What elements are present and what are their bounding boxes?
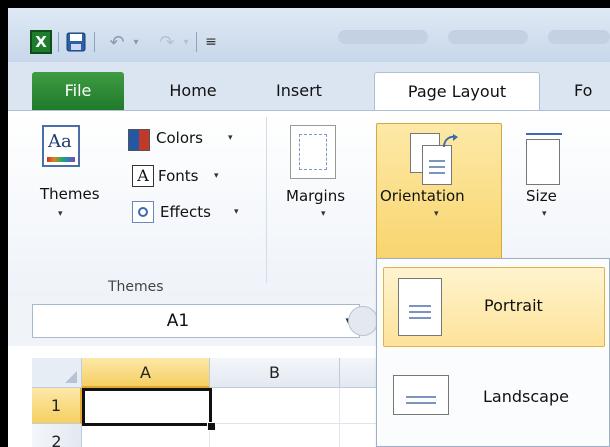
name-box-value: A1 — [33, 311, 323, 331]
chevron-down-icon[interactable]: ▾ — [58, 209, 63, 219]
window-title-blur — [448, 30, 528, 44]
menu-item-portrait[interactable]: Portrait — [383, 267, 605, 347]
chevron-down-icon[interactable]: ▾ — [228, 133, 233, 143]
size-page — [526, 139, 560, 185]
page-front — [422, 145, 452, 185]
column-header-c[interactable] — [340, 358, 380, 388]
page-line — [429, 160, 445, 162]
colors-icon[interactable] — [128, 129, 150, 151]
redo-icon[interactable]: ↷ — [154, 30, 180, 54]
page-line — [406, 396, 436, 398]
page-line — [409, 311, 431, 313]
landscape-icon — [393, 375, 451, 417]
size-ruler — [526, 133, 562, 135]
name-box[interactable]: A1 ▾ — [32, 304, 360, 338]
quick-access-toolbar: X ↶ ▾ ↷ ▾ ≡ — [8, 8, 610, 63]
themes-icon-text: Aa — [48, 131, 72, 152]
toolbar-separator — [94, 32, 95, 52]
chevron-down-icon[interactable]: ▾ — [542, 209, 547, 219]
orientation-label[interactable]: Orientation — [380, 187, 465, 205]
chevron-down-icon[interactable]: ▾ — [234, 207, 239, 217]
cell-b2[interactable] — [210, 424, 340, 447]
redo-dropdown-icon[interactable]: ▾ — [180, 30, 192, 54]
excel-icon[interactable]: X — [30, 30, 52, 54]
page-line — [429, 172, 445, 174]
tab-insert[interactable]: Insert — [254, 72, 344, 110]
tab-file[interactable]: File — [32, 72, 124, 110]
tab-formulas[interactable]: Fo — [564, 72, 610, 110]
themes-group-label: Themes — [108, 279, 164, 295]
column-header-a[interactable]: A — [82, 358, 210, 388]
customize-icon[interactable]: ≡ — [202, 30, 220, 54]
themes-icon[interactable]: Aa — [42, 125, 80, 167]
fonts-icon[interactable]: A — [132, 165, 154, 187]
row-header-1[interactable]: 1 — [32, 388, 82, 424]
page-line — [406, 402, 436, 404]
formula-bar-handle[interactable] — [348, 306, 378, 336]
orientation-icon — [410, 133, 460, 185]
margins-button[interactable]: Margins — [286, 187, 345, 205]
cell-b1[interactable] — [210, 388, 340, 424]
orientation-menu: Portrait Landscape — [376, 258, 610, 447]
portrait-icon — [398, 278, 444, 338]
cell-c1[interactable] — [340, 388, 380, 424]
chevron-down-icon[interactable]: ▾ — [214, 171, 219, 181]
menu-item-landscape[interactable]: Landscape — [383, 355, 605, 435]
ribbon-tabs: File Home Insert Page Layout Fo — [8, 62, 610, 110]
page-line — [409, 305, 431, 307]
effects-icon[interactable] — [132, 201, 154, 223]
page-line — [409, 317, 431, 319]
undo-icon[interactable]: ↶ — [104, 30, 130, 54]
landscape-label: Landscape — [483, 387, 569, 406]
excel-window: X ↶ ▾ ↷ ▾ ≡ File Home Insert Page Layout… — [8, 8, 610, 447]
row-header-2[interactable]: 2 — [32, 424, 82, 447]
effects-button[interactable]: Effects — [160, 203, 211, 221]
themes-color-bar — [47, 157, 75, 162]
toolbar-separator — [58, 32, 59, 52]
margins-inner-frame — [299, 134, 327, 170]
page-line — [429, 166, 445, 168]
fonts-button[interactable]: Fonts — [158, 167, 198, 185]
column-header-b[interactable]: B — [210, 358, 340, 388]
fill-handle[interactable] — [207, 422, 216, 431]
window-title-blur — [548, 30, 610, 44]
size-button[interactable]: Size — [526, 187, 557, 205]
effects-dot — [138, 207, 148, 217]
cell-a1-active[interactable] — [82, 388, 212, 426]
save-icon[interactable] — [66, 30, 86, 54]
size-icon[interactable] — [526, 133, 562, 185]
colors-button[interactable]: Colors — [156, 129, 203, 147]
tab-page-layout[interactable]: Page Layout — [374, 72, 540, 112]
chevron-down-icon[interactable]: ▾ — [434, 209, 439, 219]
window-title-blur — [338, 30, 428, 44]
margins-icon[interactable] — [290, 125, 336, 179]
landscape-page — [393, 375, 449, 415]
toolbar-separator — [196, 32, 197, 52]
themes-button[interactable]: Themes — [40, 185, 100, 203]
portrait-page — [398, 278, 442, 336]
select-all-triangle — [65, 371, 77, 383]
select-all-button[interactable] — [32, 358, 82, 388]
group-separator — [266, 117, 267, 283]
rotate-arrow-icon — [442, 133, 460, 149]
tab-home[interactable]: Home — [148, 72, 238, 110]
chevron-down-icon[interactable]: ▾ — [321, 209, 326, 219]
portrait-label: Portrait — [484, 296, 543, 315]
undo-dropdown-icon[interactable]: ▾ — [130, 30, 142, 54]
cell-a2[interactable] — [82, 424, 210, 447]
